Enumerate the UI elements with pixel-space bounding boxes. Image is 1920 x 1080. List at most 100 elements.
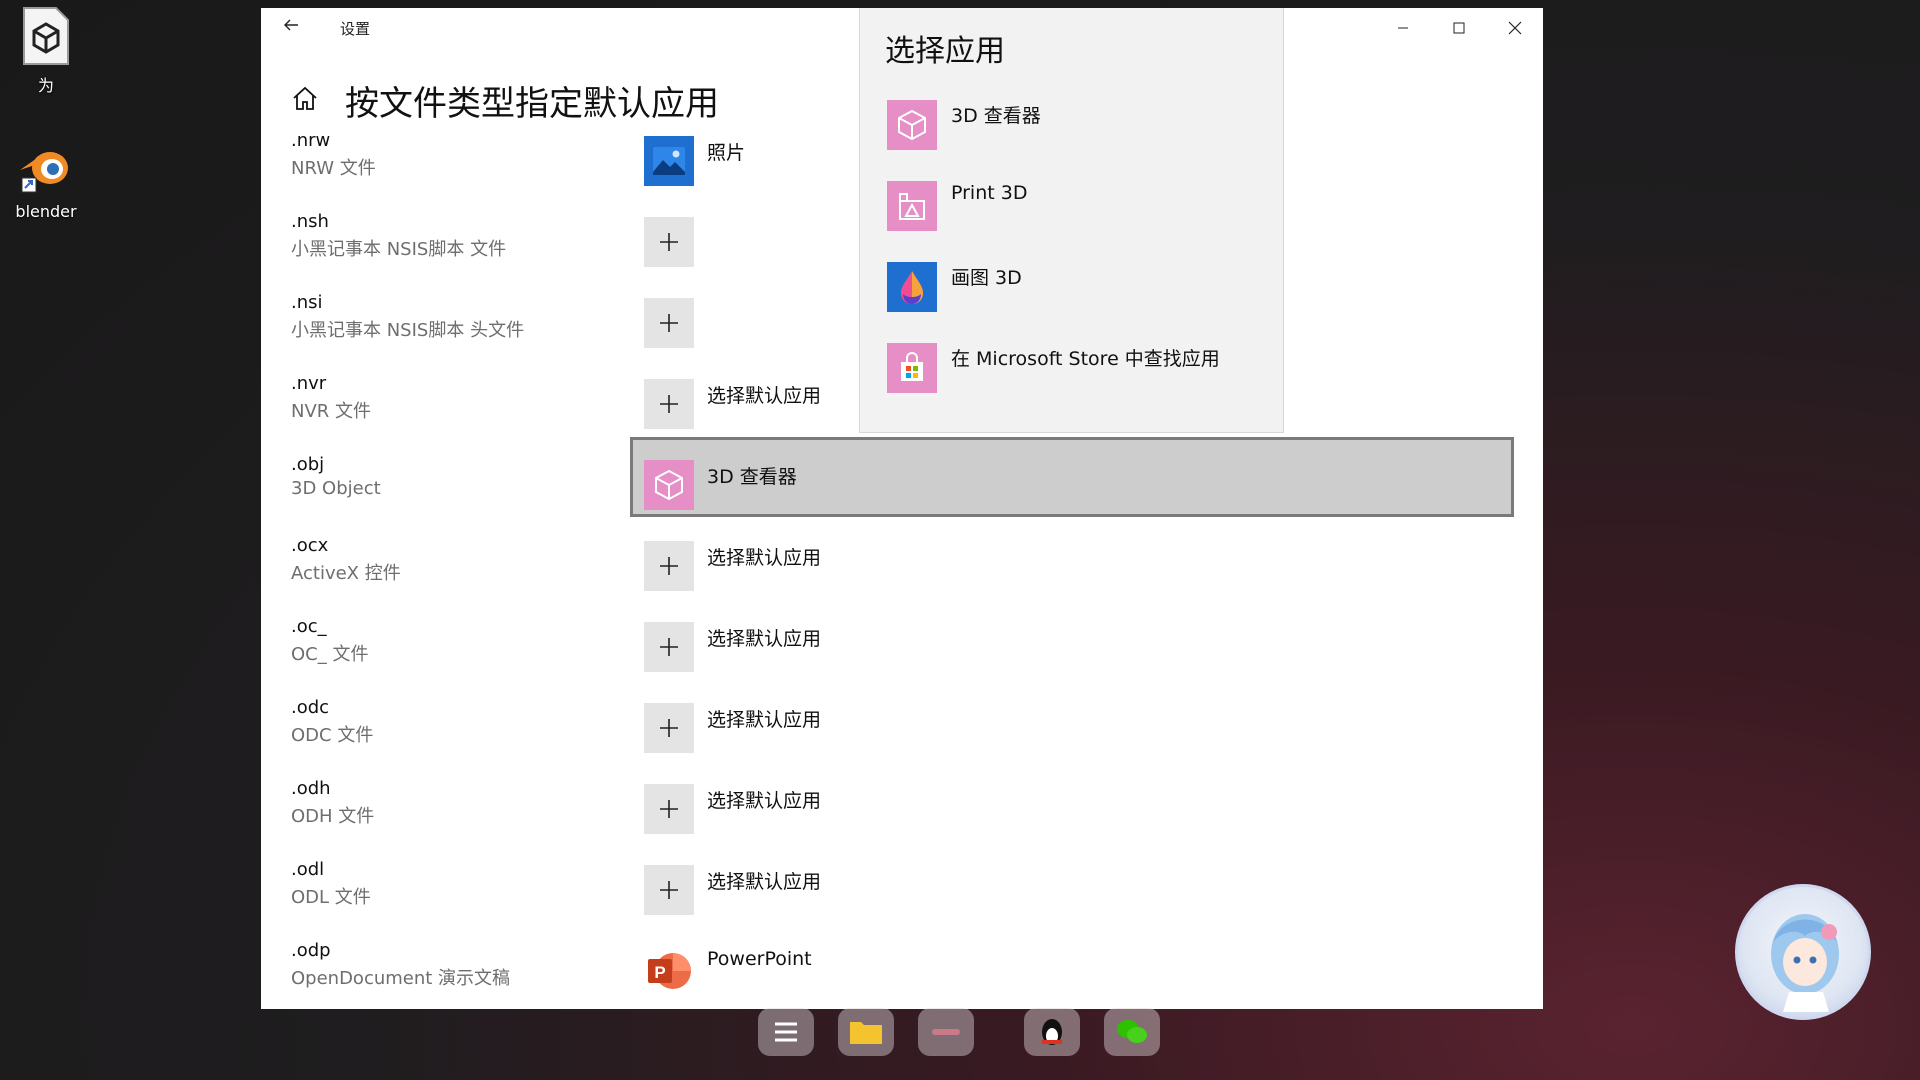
choose-app-flyout: 选择应用 3D 查看器 Print 3D 画图 3D 在 Microsoft S…	[859, 8, 1284, 433]
plus-icon	[660, 800, 678, 818]
folder-icon	[850, 1022, 882, 1044]
file-type-description: ODC 文件	[291, 725, 374, 746]
store-icon	[887, 343, 937, 393]
extension-label: .odp	[291, 940, 331, 961]
anime-avatar-icon	[1771, 914, 1839, 1012]
file-type-row: .nsh 小黑记事本 NSIS脚本 文件	[261, 211, 861, 292]
blender-icon	[20, 152, 68, 193]
default-app-label: 选择默认应用	[707, 871, 822, 893]
minimize-button[interactable]	[1375, 8, 1431, 48]
home-icon	[293, 86, 317, 110]
file-type-row: .odp OpenDocument 演示文稿 P PowerPoint	[261, 940, 861, 1009]
flyout-item-3d-viewer[interactable]: 3D 查看器	[885, 100, 1275, 152]
3d-viewer-icon	[655, 469, 683, 501]
svg-text:P: P	[654, 963, 665, 982]
taskbar-menu-button[interactable]	[758, 1008, 814, 1056]
plus-icon	[660, 638, 678, 656]
choose-default-app-button[interactable]	[644, 379, 694, 429]
settings-window: 设置 按文件类型指定默认应用 .nrw NRW 文件 照片 .nsh 小黑记事本	[261, 8, 1543, 1009]
default-app-label: 选择默认应用	[707, 547, 822, 569]
default-app-label: 选择默认应用	[707, 385, 822, 407]
taskbar-dock	[720, 1000, 1200, 1070]
file-type-description: 小黑记事本 NSIS脚本 文件	[291, 239, 507, 260]
file-type-row: .nvr NVR 文件 选择默认应用	[261, 373, 861, 454]
plus-icon	[660, 395, 678, 413]
file-type-row: .nrw NRW 文件 照片	[261, 130, 861, 211]
plus-icon	[660, 881, 678, 899]
choose-default-app-button[interactable]	[644, 622, 694, 672]
plus-icon	[660, 557, 678, 575]
file-type-row: .nsi 小黑记事本 NSIS脚本 头文件	[261, 292, 861, 373]
extension-label: .odc	[291, 697, 330, 718]
maximize-icon	[1453, 22, 1465, 34]
file-type-description: NRW 文件	[291, 158, 376, 179]
3d-viewer-icon	[887, 100, 937, 150]
choose-default-app-button[interactable]	[644, 298, 694, 348]
file-type-description: OC_ 文件	[291, 644, 369, 665]
desktop-icon-blender[interactable]: blender	[6, 142, 86, 221]
file-type-description: 3D Object	[291, 478, 381, 499]
choose-default-app-button[interactable]	[644, 784, 694, 834]
desktop-icon-label: blender	[15, 202, 77, 221]
file-type-row: .obj 3D Object 3D 查看器	[261, 454, 861, 535]
extension-label: .odh	[291, 778, 331, 799]
choose-default-app-button[interactable]	[644, 703, 694, 753]
file-type-description: OpenDocument 演示文稿	[291, 968, 511, 989]
default-app-label: 选择默认应用	[707, 709, 822, 731]
flyout-item-paint-3d[interactable]: 画图 3D	[885, 262, 1275, 314]
file-type-row: .odl ODL 文件 选择默认应用	[261, 859, 861, 940]
close-icon	[1508, 21, 1522, 35]
plus-icon	[660, 719, 678, 737]
extension-label: .nsh	[291, 211, 329, 232]
back-button[interactable]	[279, 16, 303, 40]
default-app-label: 选择默认应用	[707, 790, 822, 812]
taskbar-file-explorer-button[interactable]	[838, 1008, 894, 1056]
arrow-left-icon	[284, 19, 298, 31]
default-app-button[interactable]	[644, 136, 694, 186]
plus-icon	[660, 314, 678, 332]
extension-label: .odl	[291, 859, 325, 880]
powerpoint-icon: P	[648, 953, 691, 989]
default-app-label: 照片	[707, 142, 746, 164]
close-button[interactable]	[1487, 8, 1543, 48]
file-type-row: .odh ODH 文件 选择默认应用	[261, 778, 861, 859]
extension-label: .ocx	[291, 535, 329, 556]
file-type-row: .oc_ OC_ 文件 选择默认应用	[261, 616, 861, 697]
extension-label: .nrw	[291, 130, 331, 151]
file-type-row: .ocx ActiveX 控件 选择默认应用	[261, 535, 861, 616]
extension-label: .nsi	[291, 292, 323, 313]
app-icon	[932, 1029, 960, 1035]
default-app-button[interactable]: P	[644, 946, 694, 996]
choose-default-app-button[interactable]	[644, 217, 694, 267]
default-app-label: PowerPoint	[707, 948, 812, 970]
home-button[interactable]	[291, 84, 319, 112]
flyout-item-label: 在 Microsoft Store 中查找应用	[951, 348, 1220, 370]
maximize-button[interactable]	[1431, 8, 1487, 48]
flyout-item-microsoft-store[interactable]: 在 Microsoft Store 中查找应用	[885, 343, 1275, 395]
menu-icon	[775, 1022, 797, 1042]
default-app-label: 3D 查看器	[707, 466, 797, 488]
default-app-button[interactable]	[644, 460, 694, 510]
3d-file-icon	[23, 7, 69, 65]
wechat-icon	[1117, 1020, 1147, 1043]
file-type-description: NVR 文件	[291, 401, 372, 422]
file-type-description: ActiveX 控件	[291, 563, 401, 584]
choose-default-app-button[interactable]	[644, 541, 694, 591]
desktop-icon-label: 为	[37, 76, 54, 95]
file-type-description: ODH 文件	[291, 806, 375, 827]
paint-3d-icon	[887, 262, 937, 312]
flyout-item-label: 3D 查看器	[951, 105, 1041, 127]
extension-label: .oc_	[291, 616, 327, 637]
file-type-description: ODL 文件	[291, 887, 371, 908]
taskbar-wechat-button[interactable]	[1104, 1008, 1160, 1056]
choose-default-app-button[interactable]	[644, 865, 694, 915]
taskbar-app-button[interactable]	[918, 1008, 974, 1056]
taskbar-qq-button[interactable]	[1024, 1008, 1080, 1056]
page-title: 按文件类型指定默认应用	[345, 84, 719, 124]
extension-label: .nvr	[291, 373, 327, 394]
avatar-widget[interactable]	[1735, 884, 1871, 1020]
flyout-item-print-3d[interactable]: Print 3D	[885, 181, 1275, 233]
desktop-icon-file[interactable]: 为	[6, 6, 86, 96]
flyout-item-label: 画图 3D	[951, 267, 1022, 289]
minimize-icon	[1398, 27, 1408, 29]
